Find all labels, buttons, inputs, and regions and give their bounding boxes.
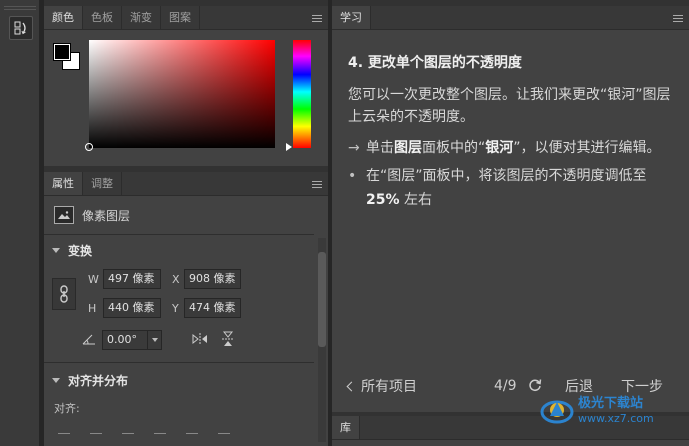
- align-right-icon[interactable]: [122, 424, 134, 434]
- chevron-left-icon: [346, 381, 357, 391]
- all-items-label: 所有项目: [361, 379, 417, 395]
- learn-panel: 学习 4. 更改单个图层的不透明度 您可以一次更改整个图层。让我们来更改“银河”…: [332, 6, 689, 412]
- width-field[interactable]: 497 像素: [103, 269, 161, 289]
- transform-section-header[interactable]: 变换: [52, 242, 92, 259]
- x-label: X: [172, 273, 180, 286]
- watermark-name: 极光下载站: [578, 396, 644, 411]
- instruction-item: • 在“图层”面板中，将该图层的不透明度调低至 25% 左右: [348, 164, 678, 212]
- align-center-horizontal-icon[interactable]: [90, 424, 102, 434]
- watermark: 极光下载站 www.xz7.com: [540, 396, 654, 426]
- step-intro: 您可以一次更改整个图层。让我们来更改“银河”图层上云朵的不透明度。: [348, 87, 671, 125]
- watermark-logo-icon: [540, 400, 574, 424]
- step-counter: 4/9: [494, 378, 517, 394]
- learn-panel-menu-icon[interactable]: [673, 15, 683, 22]
- color-picker-cursor[interactable]: [85, 143, 93, 151]
- divider: [44, 234, 314, 235]
- instruction-text: 单击图层面板中的“银河”，以便对其进行编辑。: [366, 136, 661, 160]
- tab-color[interactable]: 颜色: [44, 6, 83, 29]
- instruction-text-part: 面板中的“: [422, 140, 486, 156]
- y-label: Y: [172, 302, 179, 315]
- step-title: 4. 更改单个图层的不透明度: [348, 55, 522, 71]
- properties-panel-menu-icon[interactable]: [312, 181, 322, 188]
- bullet-icon: •: [348, 168, 357, 184]
- instruction-text-part: 在“图层”面板中，将该图层的不透明度调低至: [366, 168, 647, 184]
- align-bottom-icon[interactable]: [218, 424, 230, 434]
- toolstrip-grip[interactable]: [4, 6, 36, 10]
- link-dimensions-button[interactable]: [52, 278, 76, 310]
- tab-adjustments[interactable]: 调整: [83, 172, 122, 195]
- properties-panel-tabbar: 属性 调整: [44, 172, 328, 196]
- rotation-angle-field[interactable]: 0.00°: [102, 330, 162, 350]
- reset-step-icon[interactable]: [528, 378, 542, 396]
- saturation-value-picker[interactable]: [89, 40, 275, 148]
- chevron-down-icon: [52, 248, 60, 253]
- height-field[interactable]: 440 像素: [103, 298, 161, 318]
- align-title: 对齐并分布: [68, 374, 129, 388]
- instruction-bold-galaxy: 银河: [485, 140, 514, 156]
- tab-swatches[interactable]: 色板: [83, 6, 122, 29]
- flip-vertical-icon[interactable]: [220, 331, 236, 350]
- divider: [44, 362, 314, 363]
- instruction-text: 在“图层”面板中，将该图层的不透明度调低至 25% 左右: [366, 164, 678, 212]
- hue-slider-bar[interactable]: [293, 40, 311, 148]
- align-top-icon[interactable]: [154, 424, 166, 434]
- tab-patterns[interactable]: 图案: [161, 6, 200, 29]
- align-section-header[interactable]: 对齐并分布: [52, 372, 128, 389]
- instruction-text-part: ”，以便对其进行编辑。: [513, 140, 661, 156]
- transform-title: 变换: [68, 244, 93, 258]
- color-panel-menu-icon[interactable]: [312, 15, 322, 22]
- tab-properties[interactable]: 属性: [44, 172, 83, 195]
- tab-gradients[interactable]: 渐变: [122, 6, 161, 29]
- next-step-button[interactable]: 下一步: [621, 376, 663, 396]
- history-panel-icon[interactable]: [9, 16, 33, 40]
- angle-icon: [82, 333, 96, 348]
- x-position-field[interactable]: 908 像素: [184, 269, 241, 289]
- tab-learn[interactable]: 学习: [332, 6, 371, 29]
- watermark-url: www.xz7.com: [578, 412, 654, 425]
- chevron-down-icon: [151, 338, 158, 342]
- properties-scrollbar[interactable]: [318, 238, 326, 442]
- instruction-bold-layers: 图层: [394, 140, 422, 156]
- arrow-right-icon: →: [348, 140, 360, 156]
- angle-dropdown-button[interactable]: [147, 331, 161, 349]
- instruction-bold-opacity: 25%: [366, 192, 400, 208]
- pixel-layer-icon: [54, 206, 74, 224]
- scrollbar-thumb[interactable]: [318, 252, 326, 347]
- flip-horizontal-icon[interactable]: [192, 331, 208, 350]
- instruction-text-part: 单击: [366, 140, 394, 156]
- all-items-link[interactable]: 所有项目: [346, 376, 417, 396]
- foreground-color-swatch[interactable]: [53, 43, 71, 61]
- color-panel-tabbar: 颜色 色板 渐变 图案: [44, 6, 328, 30]
- layer-type-row: 像素图层: [54, 206, 130, 224]
- chevron-down-icon: [52, 378, 60, 383]
- layer-type-label: 像素图层: [82, 208, 131, 223]
- learn-content: 4. 更改单个图层的不透明度 您可以一次更改整个图层。让我们来更改“银河”图层上…: [348, 52, 678, 216]
- align-middle-vertical-icon[interactable]: [186, 424, 198, 434]
- watermark-text: 极光下载站 www.xz7.com: [578, 396, 654, 426]
- instruction-item: → 单击图层面板中的“银河”，以便对其进行编辑。: [348, 136, 678, 160]
- color-panel: 颜色 色板 渐变 图案: [44, 6, 328, 166]
- align-left-icon[interactable]: [58, 424, 70, 434]
- rotation-angle-value: 0.00°: [107, 333, 137, 346]
- toolstrip: [0, 0, 40, 446]
- align-buttons-row: [58, 424, 230, 434]
- back-button[interactable]: 后退: [565, 376, 593, 396]
- width-label: W: [88, 273, 99, 286]
- learn-panel-tabbar: 学习: [332, 6, 689, 30]
- y-position-field[interactable]: 474 像素: [184, 298, 241, 318]
- height-label: H: [88, 302, 97, 315]
- tab-libraries[interactable]: 库: [332, 416, 360, 439]
- hue-slider-handle[interactable]: [286, 143, 292, 151]
- align-label: 对齐:: [54, 402, 80, 415]
- instruction-text-part: 左右: [399, 192, 432, 208]
- properties-panel: 属性 调整 像素图层 变换 W 497 像素 X 908 像素 H 440 像素…: [44, 172, 328, 446]
